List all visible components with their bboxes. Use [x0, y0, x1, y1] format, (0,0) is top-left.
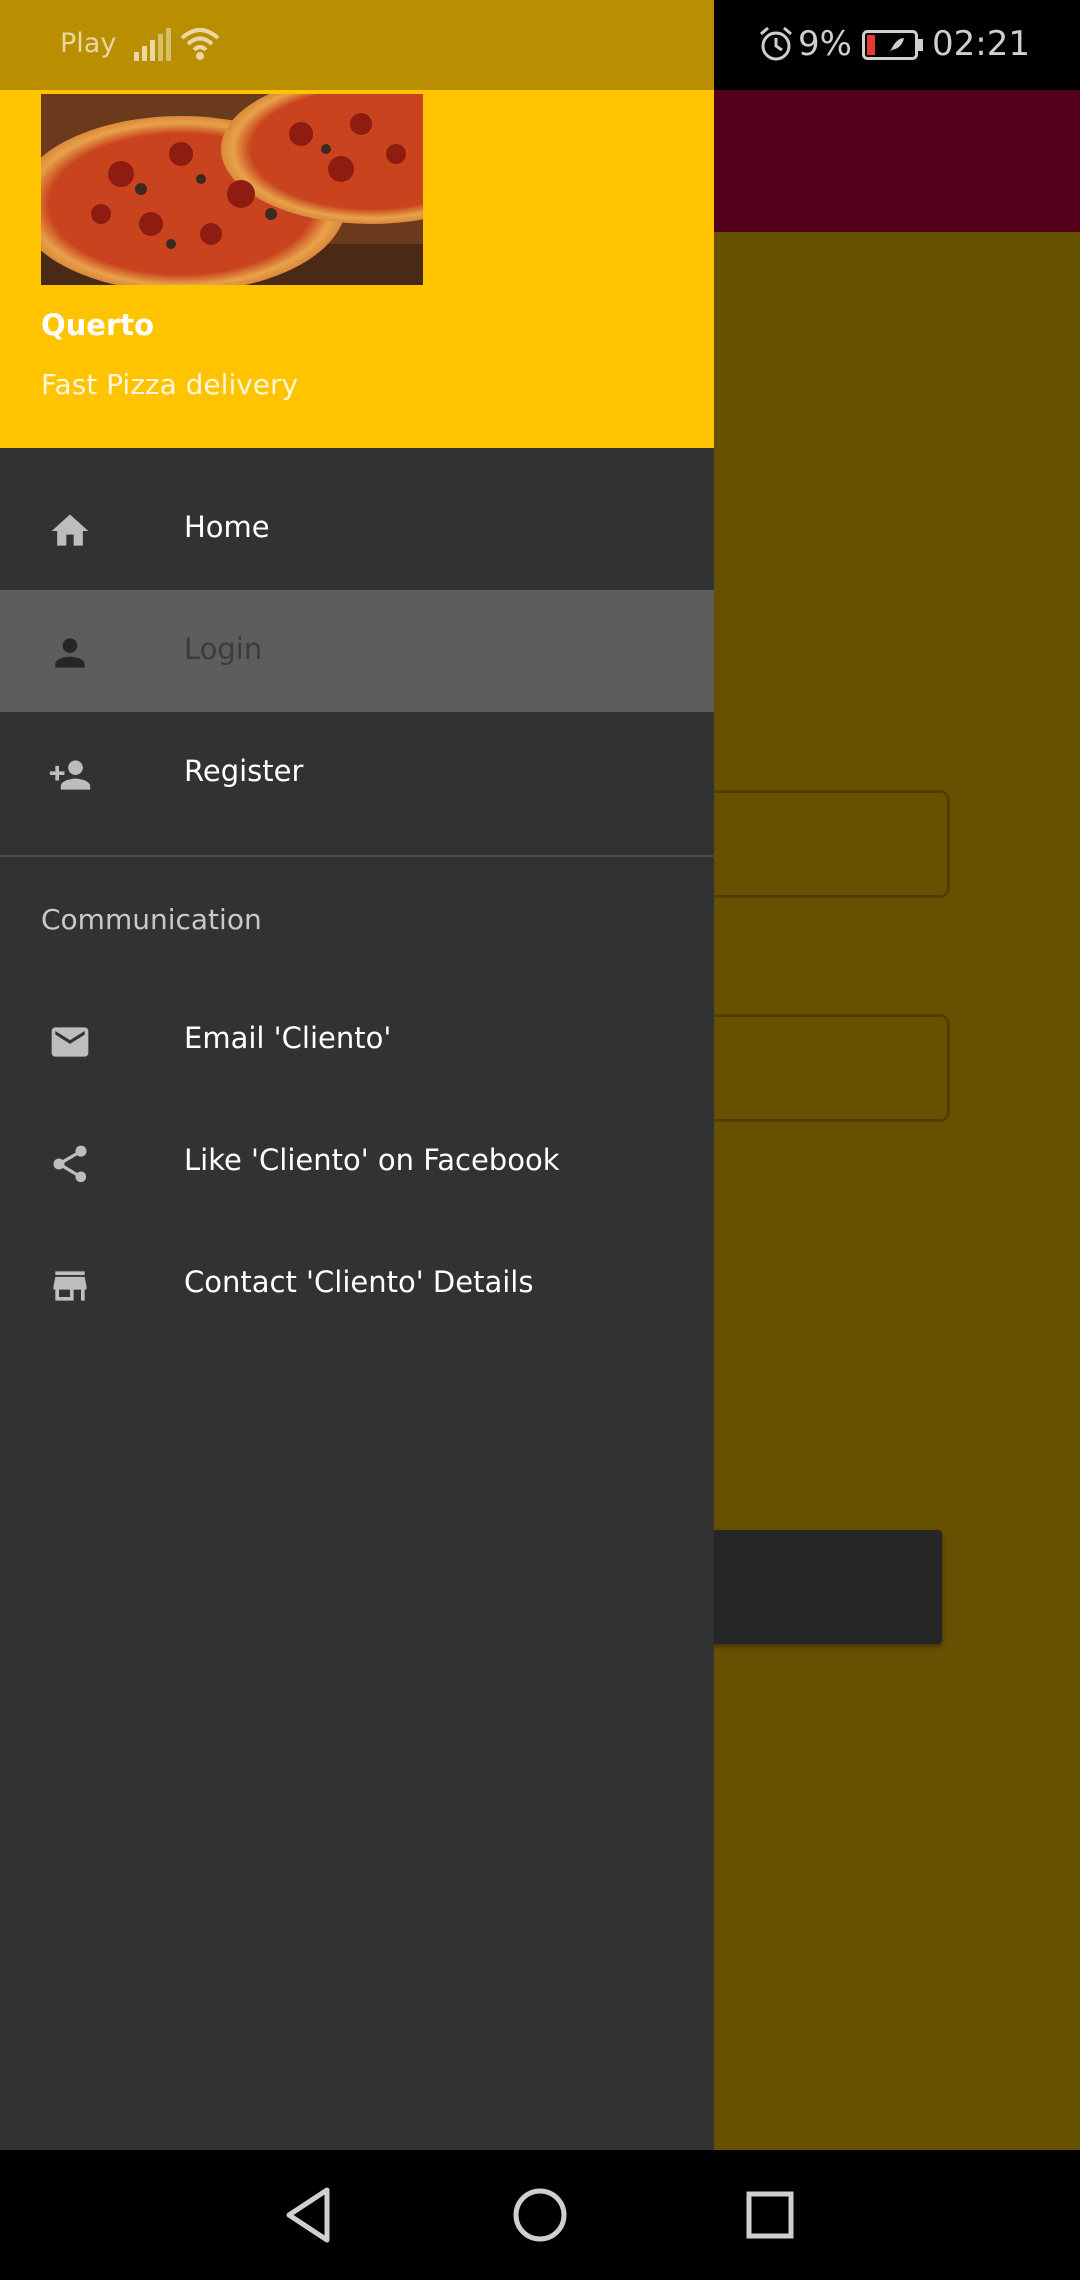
- store-icon: [53, 1271, 87, 1301]
- drawer-item-label: Email 'Cliento': [184, 1021, 392, 1055]
- alarm-icon: [760, 26, 792, 61]
- drawer-item-facebook[interactable]: Like 'Cliento' on Facebook: [0, 1101, 714, 1223]
- drawer-item-label: Home: [184, 510, 270, 544]
- recents-icon[interactable]: [735, 2180, 805, 2250]
- system-navigation-bar: [0, 2150, 1080, 2280]
- carrier-name: Play: [60, 28, 117, 59]
- drawer-item-label: Login: [184, 632, 263, 666]
- person-add-icon: [49, 760, 91, 790]
- login-button[interactable]: [690, 1530, 942, 1644]
- drawer-item-contact[interactable]: Contact 'Cliento' Details: [0, 1223, 714, 1345]
- status-bar: Play 9% 02:21: [0, 0, 1080, 90]
- email-icon: [51, 1027, 89, 1057]
- section-header-communication: Communication: [41, 903, 262, 936]
- drawer-item-email[interactable]: Email 'Cliento': [0, 979, 714, 1101]
- battery-percent: 9%: [798, 24, 852, 64]
- signal-icon: [134, 28, 171, 61]
- home-nav-icon[interactable]: [505, 2180, 575, 2250]
- app-toolbar: [714, 90, 1080, 232]
- username-field[interactable]: [680, 790, 950, 898]
- drawer-header: Querto Fast Pizza delivery: [0, 90, 714, 448]
- navigation-drawer: Querto Fast Pizza delivery Home Login Re…: [0, 90, 714, 2150]
- app-tagline: Fast Pizza delivery: [41, 368, 299, 401]
- wifi-icon: [180, 28, 220, 60]
- person-icon: [55, 638, 85, 668]
- status-bar-left: Play: [0, 0, 714, 90]
- drawer-item-label: Contact 'Cliento' Details: [184, 1265, 534, 1299]
- drawer-item-home[interactable]: Home: [0, 468, 714, 590]
- password-field[interactable]: [680, 1014, 950, 1122]
- clock: 02:21: [932, 24, 1030, 64]
- drawer-item-login[interactable]: Login: [0, 590, 714, 712]
- drawer-item-label: Like 'Cliento' on Facebook: [184, 1143, 560, 1177]
- drawer-divider: [0, 855, 714, 857]
- drawer-item-register[interactable]: Register: [0, 712, 714, 834]
- app-name: Querto: [41, 308, 155, 342]
- drawer-item-label: Register: [184, 754, 304, 788]
- battery-icon: [862, 30, 923, 60]
- back-icon[interactable]: [275, 2180, 345, 2250]
- home-icon: [51, 514, 89, 546]
- pizza-photo: [41, 94, 423, 285]
- share-icon: [53, 1145, 87, 1183]
